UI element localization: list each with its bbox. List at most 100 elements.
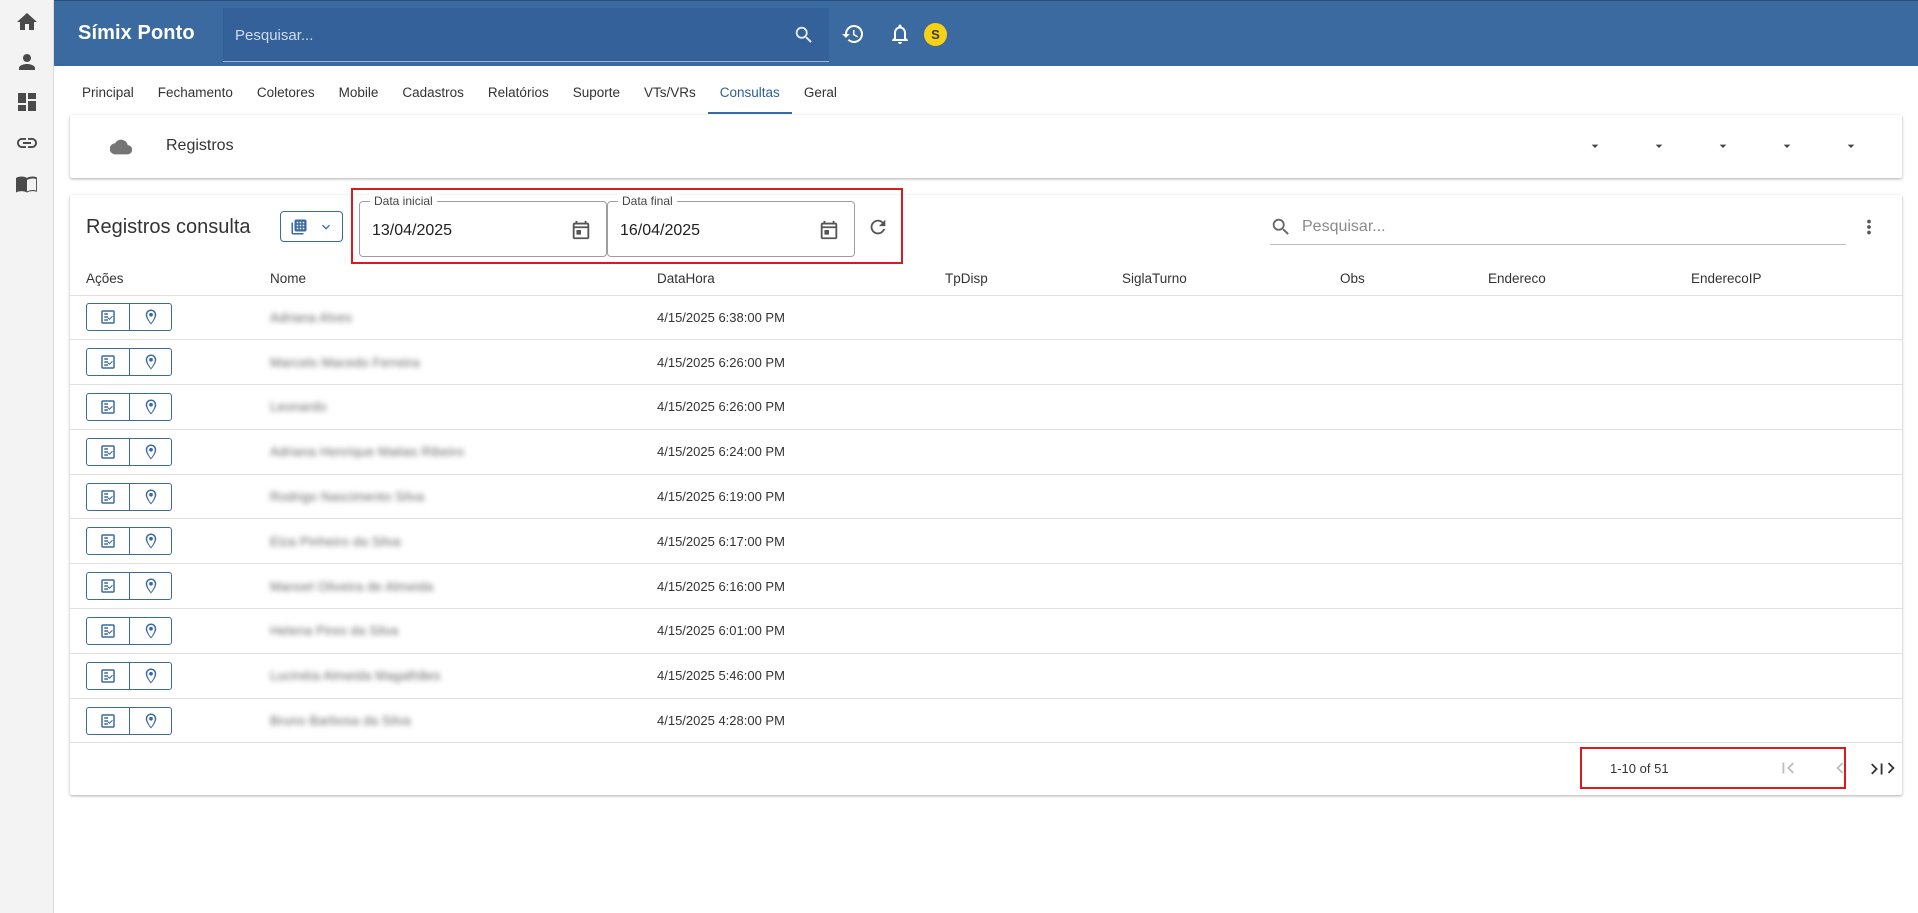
dropdown-caret-icon[interactable] bbox=[1587, 138, 1603, 154]
dropdown-caret-icon[interactable] bbox=[1715, 138, 1731, 154]
col-siglaturno[interactable]: SiglaTurno bbox=[1122, 262, 1340, 296]
details-icon[interactable] bbox=[87, 618, 129, 644]
book-icon[interactable] bbox=[13, 170, 41, 198]
link-icon[interactable] bbox=[13, 129, 41, 157]
cell-datahora: 4/15/2025 6:38:00 PM bbox=[657, 295, 945, 341]
blurred-name: Helena Pires da Silva bbox=[270, 623, 399, 639]
tab-mobile[interactable]: Mobile bbox=[327, 72, 391, 114]
table-search[interactable] bbox=[1270, 209, 1846, 245]
details-icon[interactable] bbox=[87, 528, 129, 554]
cell-enderecoip bbox=[1691, 339, 1902, 386]
col-obs[interactable]: Obs bbox=[1340, 262, 1488, 296]
history-icon[interactable] bbox=[841, 22, 865, 46]
row-actions bbox=[70, 698, 270, 744]
blurred-name: Manoel Oliveira de Almeida bbox=[270, 578, 434, 594]
cell-obs bbox=[1340, 563, 1488, 610]
row-actions bbox=[70, 429, 270, 475]
main-title: Registros consulta bbox=[86, 216, 251, 238]
location-pin-icon[interactable] bbox=[129, 483, 171, 510]
table-row[interactable]: Adriana Alves 4/15/2025 6:38:00 PM bbox=[70, 295, 1902, 341]
tab-relatorios[interactable]: Relatórios bbox=[476, 72, 561, 114]
global-search-input[interactable] bbox=[235, 24, 775, 46]
location-pin-icon[interactable] bbox=[129, 304, 171, 331]
details-icon[interactable] bbox=[87, 394, 129, 420]
details-icon[interactable] bbox=[87, 304, 129, 330]
tab-suporte[interactable]: Suporte bbox=[561, 72, 632, 114]
cell-nome: Elza Pinheiro da Silva bbox=[270, 518, 657, 565]
tab-consultas[interactable]: Consultas bbox=[707, 72, 792, 114]
app-brand[interactable]: Símix Ponto bbox=[78, 22, 195, 45]
table-header-row: Ações Nome DataHora TpDisp SiglaTurno Ob… bbox=[70, 262, 1902, 296]
tab-vts-vrs[interactable]: VTs/VRs bbox=[632, 72, 708, 114]
registros-consulta-card: Registros consulta Data inicial 13/04/20… bbox=[70, 188, 1902, 795]
global-search[interactable] bbox=[223, 8, 829, 62]
col-enderecoip[interactable]: EnderecoIP bbox=[1691, 262, 1902, 296]
col-datahora[interactable]: DataHora bbox=[657, 262, 945, 296]
cell-tpdisp bbox=[945, 608, 1122, 654]
tab-fechamento[interactable]: Fechamento bbox=[146, 72, 245, 114]
person-icon[interactable] bbox=[13, 48, 41, 76]
cell-nome: Leonardo bbox=[270, 384, 657, 430]
col-acoes[interactable]: Ações bbox=[70, 262, 270, 296]
more-vert-icon[interactable] bbox=[1858, 216, 1880, 238]
location-pin-icon[interactable] bbox=[129, 573, 171, 600]
col-endereco[interactable]: Endereco bbox=[1488, 262, 1691, 296]
location-pin-icon[interactable] bbox=[129, 528, 171, 555]
details-icon[interactable] bbox=[87, 573, 129, 599]
dropdown-caret-icon[interactable] bbox=[1779, 138, 1795, 154]
location-pin-icon[interactable] bbox=[129, 349, 171, 376]
cell-obs bbox=[1340, 474, 1488, 520]
tab-principal[interactable]: Principal bbox=[70, 72, 146, 114]
prev-page-icon[interactable] bbox=[1829, 757, 1851, 779]
location-pin-icon[interactable] bbox=[129, 617, 171, 644]
cell-datahora: 4/15/2025 6:26:00 PM bbox=[657, 384, 945, 430]
col-tpdisp[interactable]: TpDisp bbox=[945, 262, 1122, 296]
row-action-group bbox=[86, 661, 172, 690]
location-pin-icon[interactable] bbox=[129, 707, 171, 734]
tab-geral[interactable]: Geral bbox=[792, 72, 849, 114]
bell-icon[interactable] bbox=[888, 22, 912, 46]
table-row[interactable]: Leonardo 4/15/2025 6:26:00 PM bbox=[70, 384, 1902, 430]
details-icon[interactable] bbox=[87, 484, 129, 510]
table-row[interactable]: Adriana Henrique Matias Ribeiro 4/15/2025… bbox=[70, 429, 1902, 475]
col-nome[interactable]: Nome bbox=[270, 262, 657, 296]
cell-nome: Adriana Henrique Matias Ribeiro bbox=[270, 429, 657, 475]
table-row[interactable]: Marcelo Macedo Ferreira 4/15/2025 6:26:00… bbox=[70, 339, 1902, 386]
tab-coletores[interactable]: Coletores bbox=[245, 72, 327, 114]
cell-obs bbox=[1340, 518, 1488, 565]
user-avatar[interactable]: S bbox=[924, 23, 947, 46]
table-row[interactable]: Rodrigo Nascimento Silva 4/15/2025 6:19:0… bbox=[70, 474, 1902, 520]
details-icon[interactable] bbox=[87, 439, 129, 465]
dropdown-caret-icon[interactable] bbox=[1651, 138, 1667, 154]
details-icon[interactable] bbox=[87, 708, 129, 734]
paginator: 1-10 of 51 bbox=[1582, 750, 1895, 788]
last-page-icon[interactable] bbox=[1866, 758, 1888, 780]
details-icon[interactable] bbox=[87, 349, 129, 375]
table-row[interactable]: Elza Pinheiro da Silva 4/15/2025 6:17:00 … bbox=[70, 518, 1902, 565]
tab-cadastros[interactable]: Cadastros bbox=[390, 72, 476, 114]
table-row[interactable]: Helena Pires da Silva 4/15/2025 6:01:00 P… bbox=[70, 608, 1902, 654]
location-pin-icon[interactable] bbox=[129, 438, 171, 465]
cell-nome: Helena Pires da Silva bbox=[270, 608, 657, 654]
home-icon[interactable] bbox=[13, 8, 41, 36]
cell-datahora: 4/15/2025 6:19:00 PM bbox=[657, 474, 945, 520]
cell-siglaturno bbox=[1122, 698, 1340, 744]
table-row[interactable]: Manoel Oliveira de Almeida 4/15/2025 6:16… bbox=[70, 563, 1902, 610]
location-pin-icon[interactable] bbox=[129, 662, 171, 689]
location-pin-icon[interactable] bbox=[129, 393, 171, 420]
details-icon[interactable] bbox=[87, 663, 129, 689]
dropdown-caret-icon[interactable] bbox=[1843, 138, 1859, 154]
first-page-icon[interactable] bbox=[1777, 757, 1799, 779]
cell-siglaturno bbox=[1122, 295, 1340, 341]
cell-tpdisp bbox=[945, 474, 1122, 520]
cell-siglaturno bbox=[1122, 563, 1340, 610]
dashboard-icon[interactable] bbox=[13, 88, 41, 116]
cell-tpdisp bbox=[945, 563, 1122, 610]
table-row[interactable]: Bruno Barbosa da Silva 4/15/2025 4:28:00 … bbox=[70, 698, 1902, 744]
table-search-input[interactable] bbox=[1302, 217, 1822, 237]
view-mode-button[interactable] bbox=[280, 211, 343, 242]
table-row[interactable]: Lucinéia Almeida Magalhães 4/15/2025 5:46… bbox=[70, 653, 1902, 699]
search-icon[interactable] bbox=[793, 24, 815, 46]
row-actions bbox=[70, 384, 270, 430]
cell-obs bbox=[1340, 339, 1488, 386]
